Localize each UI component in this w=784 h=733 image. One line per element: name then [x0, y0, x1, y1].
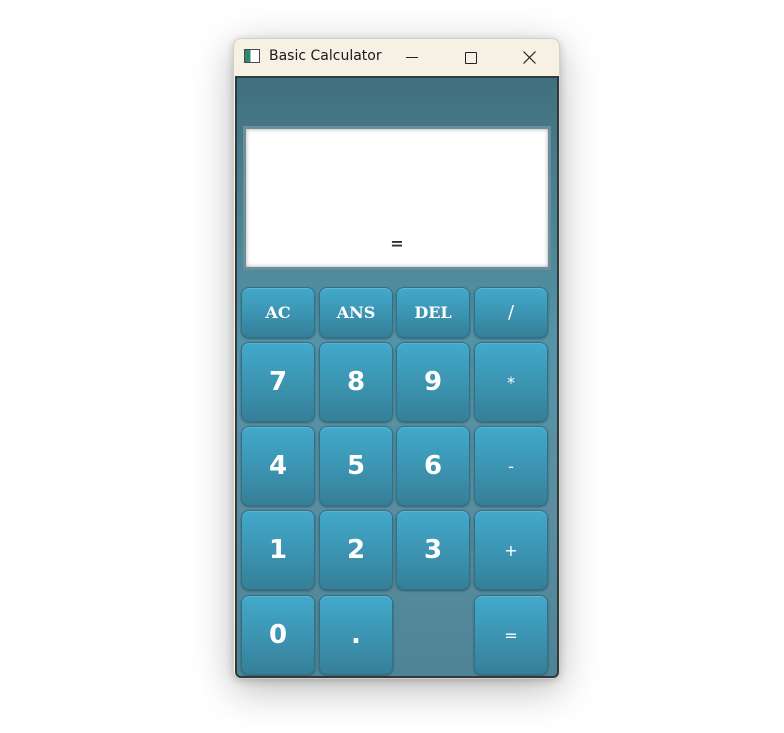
app-window-icon	[244, 49, 260, 63]
calculator-body: = AC ANS DEL / 7 8 9 * 4 5 6 - 1 2 3 + 0…	[235, 76, 559, 678]
digit-1-button[interactable]: 1	[241, 510, 315, 590]
digit-9-button[interactable]: 9	[396, 342, 470, 422]
digit-2-button[interactable]: 2	[319, 510, 393, 590]
digit-7-button[interactable]: 7	[241, 342, 315, 422]
maximize-icon	[465, 52, 477, 64]
digit-4-button[interactable]: 4	[241, 426, 315, 506]
decimal-button[interactable]: .	[319, 595, 393, 675]
multiply-button[interactable]: *	[474, 342, 548, 422]
window-title: Basic Calculator	[269, 48, 382, 64]
digit-3-button[interactable]: 3	[396, 510, 470, 590]
clear-all-button[interactable]: AC	[241, 287, 315, 338]
equals-button[interactable]: =	[474, 595, 548, 675]
digit-5-button[interactable]: 5	[319, 426, 393, 506]
close-button[interactable]	[507, 39, 553, 76]
delete-button[interactable]: DEL	[396, 287, 470, 338]
subtract-button[interactable]: -	[474, 426, 548, 506]
calculator-window: Basic Calculator = AC ANS DEL / 7 8 9 * …	[233, 38, 560, 679]
display-screen: =	[243, 126, 551, 270]
display-value: =	[390, 234, 404, 253]
title-bar[interactable]: Basic Calculator	[234, 39, 559, 76]
add-button[interactable]: +	[474, 510, 548, 590]
answer-button[interactable]: ANS	[319, 287, 393, 338]
digit-0-button[interactable]: 0	[241, 595, 315, 675]
divide-button[interactable]: /	[474, 287, 548, 338]
maximize-button[interactable]	[448, 39, 494, 76]
close-icon	[523, 51, 536, 64]
minimize-button[interactable]	[389, 39, 435, 76]
digit-6-button[interactable]: 6	[396, 426, 470, 506]
minimize-icon	[406, 57, 418, 58]
digit-8-button[interactable]: 8	[319, 342, 393, 422]
